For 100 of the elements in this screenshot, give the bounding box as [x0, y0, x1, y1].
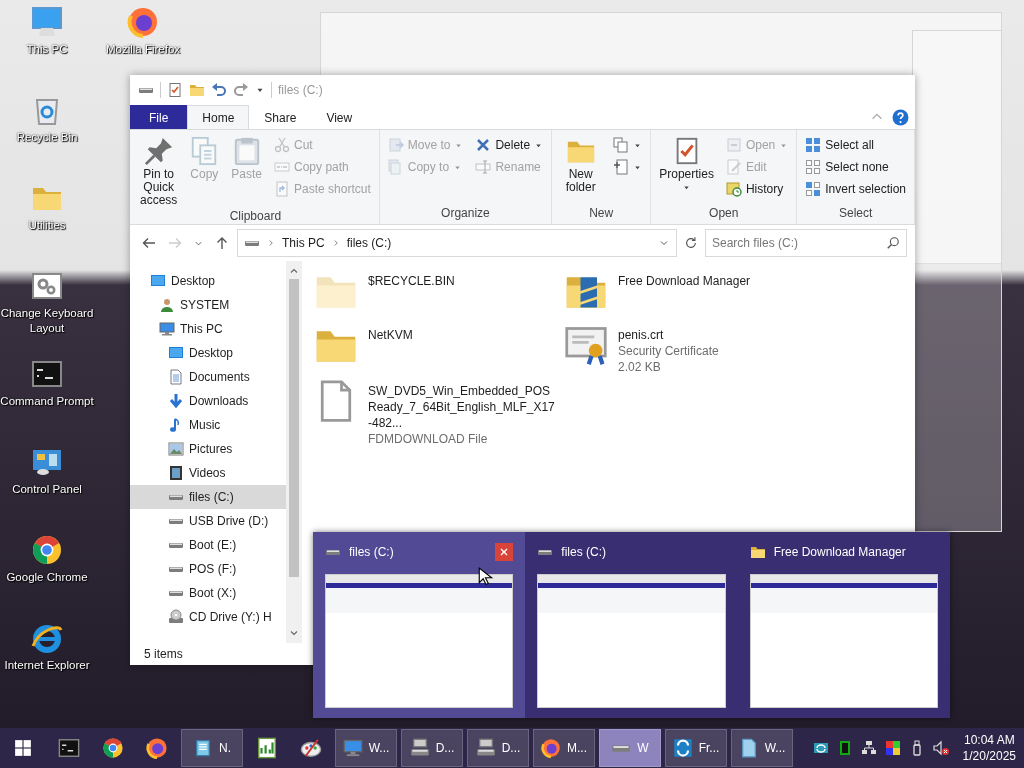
- disc-drive-icon: [168, 609, 184, 625]
- device-icon: [475, 738, 496, 758]
- sync-icon: [812, 740, 829, 756]
- window-thumbnail[interactable]: Free Download Manager: [737, 532, 950, 718]
- edit-icon: [725, 159, 742, 175]
- download-manager-icon: [672, 738, 693, 758]
- search-icon: [886, 236, 900, 250]
- desktop-icon-label[interactable]: Utilities: [0, 218, 94, 233]
- paint-palette-icon: [300, 737, 322, 759]
- desktop-icon-label[interactable]: Change Keyboard Layout: [0, 306, 94, 336]
- forward-arrow-icon: [167, 235, 183, 251]
- firefox-icon: [146, 737, 168, 759]
- scrollbar[interactable]: [286, 261, 302, 643]
- nav-item[interactable]: Music: [130, 413, 286, 437]
- pin-icon: [143, 136, 174, 166]
- chrome-icon: [102, 737, 124, 759]
- chrome-icon: [31, 534, 63, 566]
- ribbon-tab[interactable]: View: [311, 105, 368, 129]
- select-all-icon: [805, 137, 822, 153]
- nav-item[interactable]: Downloads: [130, 389, 286, 413]
- breadcrumb[interactable]: files (C:): [346, 236, 392, 250]
- file-item[interactable]: penis.crt Security Certificate 2.02 KB: [564, 323, 814, 375]
- file-item[interactable]: NetKVM: [314, 323, 564, 375]
- window-thumbnail[interactable]: files (C:): [525, 532, 738, 718]
- nav-item[interactable]: files (C:): [130, 485, 286, 509]
- user-icon: [159, 297, 175, 313]
- ribbon-button[interactable]: New folder: [557, 134, 605, 196]
- desktop-icon-label[interactable]: Command Prompt: [0, 394, 94, 409]
- desktop-icon-label[interactable]: Recycle Bin: [0, 130, 94, 145]
- nav-item[interactable]: POS (F:): [130, 557, 286, 581]
- move-icon: [387, 137, 404, 153]
- nav-item[interactable]: Pictures: [130, 437, 286, 461]
- ribbon-button[interactable]: Pin to Quick access: [137, 134, 181, 209]
- path-icon: [274, 159, 291, 175]
- desktop-icon-label[interactable]: Google Chrome: [0, 570, 94, 585]
- speaker-muted-icon: [932, 740, 949, 756]
- window-thumbnail[interactable]: files (C:): [313, 532, 526, 718]
- nav-item[interactable]: Documents: [130, 365, 286, 389]
- nav-item[interactable]: Desktop: [130, 269, 286, 293]
- firefox-icon: [541, 738, 561, 758]
- nav-item[interactable]: Boot (X:): [130, 581, 286, 605]
- address-bar[interactable]: This PC files (C:): [237, 229, 677, 257]
- ribbon-tab[interactable]: Home: [187, 105, 250, 129]
- nav-item[interactable]: Boot (E:): [130, 533, 286, 557]
- scissors-icon: [274, 137, 291, 153]
- taskbar-window-button[interactable]: N.: [181, 729, 243, 767]
- file-item[interactable]: $RECYCLE.BIN: [314, 269, 564, 319]
- ribbon-button[interactable]: Properties: [656, 134, 717, 194]
- nav-item[interactable]: This PC: [130, 317, 286, 341]
- taskbar-window-button[interactable]: M...: [533, 729, 595, 767]
- invert-selection-icon: [805, 181, 822, 197]
- nav-item[interactable]: Desktop: [130, 341, 286, 365]
- undo-icon: [211, 82, 227, 98]
- file-item[interactable]: Free Download Manager: [564, 269, 814, 319]
- taskbar-window-button[interactable]: D...: [467, 729, 529, 767]
- nav-item[interactable]: USB Drive (D:): [130, 509, 286, 533]
- easy-access-icon: [613, 159, 630, 175]
- desktop-icon-label[interactable]: Control Panel: [0, 482, 94, 497]
- ribbon-tab[interactable]: Share: [249, 105, 312, 129]
- internet-explorer-icon: [31, 622, 63, 654]
- status-text: 5 items: [144, 647, 183, 661]
- folder-icon: [749, 544, 766, 560]
- copy-to-icon: [387, 159, 404, 175]
- desktop-icon: [150, 273, 166, 289]
- document-icon: [168, 369, 184, 385]
- device-icon: [409, 738, 430, 758]
- film-icon: [168, 465, 184, 481]
- ribbon-button[interactable]: Delete: [472, 134, 547, 156]
- scrollbar-thumb[interactable]: [289, 279, 299, 577]
- nav-item[interactable]: SYSTEM: [130, 293, 286, 317]
- ribbon-group-label: Open: [708, 206, 740, 222]
- file-menu-tab[interactable]: File: [130, 105, 188, 129]
- search-field[interactable]: Search files (C:): [705, 229, 907, 257]
- mouse-pointer-icon: [477, 567, 495, 585]
- nav-item[interactable]: CD Drive (Y:) H: [130, 605, 286, 629]
- close-button[interactable]: [495, 543, 514, 561]
- ribbon-button[interactable]: History: [722, 178, 792, 200]
- windows-logo-icon: [13, 739, 32, 757]
- ribbon-button[interactable]: Select none: [802, 156, 909, 178]
- nav-item[interactable]: Videos: [130, 461, 286, 485]
- settings-window-icon: [31, 270, 63, 302]
- help-icon: [892, 108, 909, 126]
- ribbon-button[interactable]: Select all: [802, 134, 909, 156]
- firefox-icon: [127, 6, 159, 38]
- breadcrumb[interactable]: This PC: [282, 236, 325, 250]
- properties-icon: [167, 82, 183, 98]
- taskbar-window-button[interactable]: D...: [401, 729, 463, 767]
- taskbar-window-button[interactable]: W...: [731, 729, 793, 767]
- download-arrow-icon: [168, 393, 184, 409]
- taskbar-window-button[interactable]: Fr...: [665, 729, 727, 767]
- desktop-icon-label[interactable]: This PC: [0, 42, 94, 57]
- desktop-icon-label[interactable]: Internet Explorer: [0, 658, 94, 673]
- color-squares-icon: [884, 740, 901, 756]
- file-item[interactable]: SW_DVD5_Win_Embedded_POSReady_7_64Bit_English_MLF_X17-482... FDMDOWNLOAD File: [314, 379, 564, 447]
- taskbar-window-button[interactable]: W...: [335, 729, 397, 767]
- clock-date: 1/20/2025: [962, 748, 1016, 764]
- desktop-icon-label[interactable]: Mozilla Firefox: [96, 42, 190, 57]
- ribbon-button[interactable]: Invert selection: [802, 178, 909, 200]
- ribbon-group-label: Select: [837, 206, 874, 222]
- clock[interactable]: 10:04 AM 1/20/2025: [962, 732, 1024, 764]
